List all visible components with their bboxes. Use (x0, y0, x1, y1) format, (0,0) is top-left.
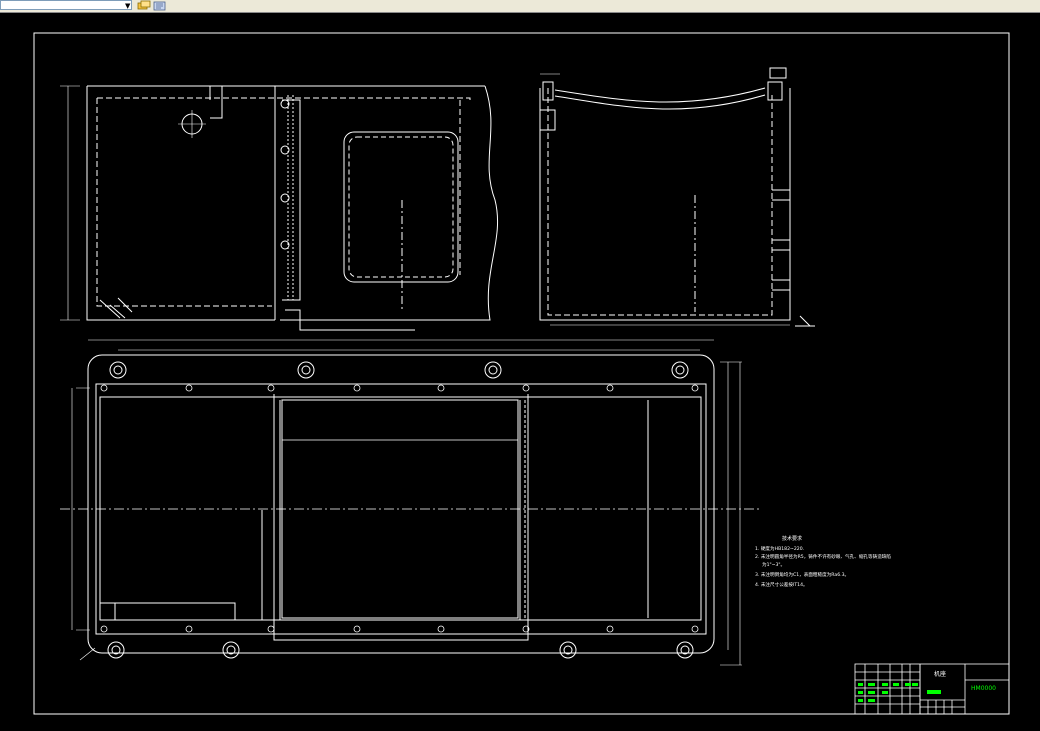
layer-combo-box[interactable]: ▼ (0, 0, 132, 10)
title-block-part-name: 机座 (934, 670, 946, 678)
title-block-code: HM0000 (971, 685, 996, 692)
drawing-canvas[interactable]: 技术要求 1. 硬度为HB182~220. 2. 未注明圆角半径为R5，铸件不许… (0, 13, 1040, 731)
tech-notes-title: 技术要求 (782, 535, 802, 542)
canvas-background (0, 13, 1040, 731)
tech-note-line: 4. 未注尺寸公差按IT14。 (755, 581, 808, 588)
layer-properties-icon[interactable] (137, 0, 151, 11)
dropdown-arrow-icon: ▼ (125, 2, 131, 10)
tech-note-line: 2. 未注明圆角半径为R5，铸件不许有砂眼、气孔、缩孔等铸造缺陷 (755, 553, 891, 560)
tech-note-line: 1. 硬度为HB182~220. (755, 545, 804, 552)
toolbar: ▼ (0, 0, 1040, 13)
tech-note-line: 3. 未注明倒角均为C1，表面粗糙度为Ra6.3。 (755, 571, 849, 578)
tech-note-line: 为1"~3"。 (762, 561, 785, 568)
layer-state-icon[interactable] (153, 0, 167, 11)
